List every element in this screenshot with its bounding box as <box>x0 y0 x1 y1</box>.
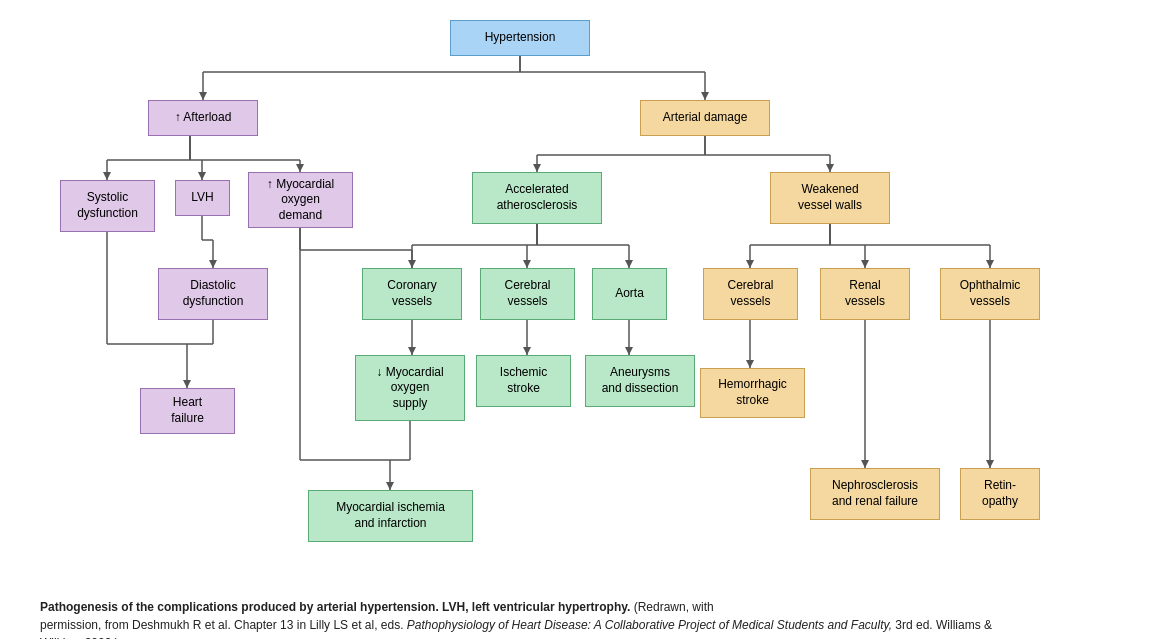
svg-marker-65 <box>523 347 531 355</box>
nephrosclerosis-node: Nephrosclerosisand renal failure <box>810 468 940 520</box>
arterial-damage-node: Arterial damage <box>640 100 770 136</box>
myocardial-ischemia-node: Myocardial ischemiaand infarction <box>308 490 473 542</box>
diagram: Hypertension ↑ Afterload Arterial damage… <box>0 0 1158 590</box>
svg-marker-77 <box>861 460 869 468</box>
ophthalmic-vessels-node: Ophthalmicvessels <box>940 268 1040 320</box>
svg-marker-32 <box>408 260 416 268</box>
svg-marker-14 <box>198 172 206 180</box>
aneurysms-node: Aneurysmsand dissection <box>585 355 695 407</box>
svg-marker-67 <box>625 347 633 355</box>
svg-marker-61 <box>986 260 994 268</box>
hemorrhagic-stroke-node: Hemorrhagicstroke <box>700 368 805 418</box>
diastolic-dysfunction-node: Diastolicdysfunction <box>158 268 268 320</box>
svg-marker-57 <box>861 260 869 268</box>
svg-marker-7 <box>701 92 709 100</box>
svg-marker-3 <box>199 92 207 100</box>
coronary-vessels-node: Coronaryvessels <box>362 268 462 320</box>
cerebral-vessels2-node: Cerebralvessels <box>703 268 798 320</box>
renal-vessels-node: Renalvessels <box>820 268 910 320</box>
svg-marker-73 <box>386 482 394 490</box>
svg-marker-54 <box>746 260 754 268</box>
cerebral-vessels1-node: Cerebralvessels <box>480 268 575 320</box>
ischemic-stroke-node: Ischemicstroke <box>476 355 571 407</box>
svg-marker-18 <box>296 164 304 172</box>
svg-marker-40 <box>826 164 834 172</box>
svg-marker-22 <box>209 260 217 268</box>
aorta-node: Aorta <box>592 268 667 320</box>
svg-marker-26 <box>183 380 191 388</box>
retinopathy-node: Retin-opathy <box>960 468 1040 520</box>
svg-marker-36 <box>533 164 541 172</box>
accelerated-athero-node: Acceleratedatherosclerosis <box>472 172 602 224</box>
caption: Pathogenesis of the complications produc… <box>0 590 1158 639</box>
myocardial-supply-node: ↓ Myocardialoxygensupply <box>355 355 465 421</box>
svg-marker-11 <box>103 172 111 180</box>
heart-failure-node: Heartfailure <box>140 388 235 434</box>
lvh-node: LVH <box>175 180 230 216</box>
systolic-dysfunction-node: Systolicdysfunction <box>60 180 155 232</box>
hypertension-node: Hypertension <box>450 20 590 56</box>
caption-text: Pathogenesis of the complications produc… <box>40 600 992 639</box>
weakened-vessels-node: Weakenedvessel walls <box>770 172 890 224</box>
svg-marker-50 <box>625 260 633 268</box>
svg-marker-79 <box>986 460 994 468</box>
svg-marker-69 <box>746 360 754 368</box>
myocardial-demand-node: ↑ Myocardialoxygendemand <box>248 172 353 228</box>
svg-marker-63 <box>408 347 416 355</box>
afterload-node: ↑ Afterload <box>148 100 258 136</box>
svg-marker-46 <box>523 260 531 268</box>
